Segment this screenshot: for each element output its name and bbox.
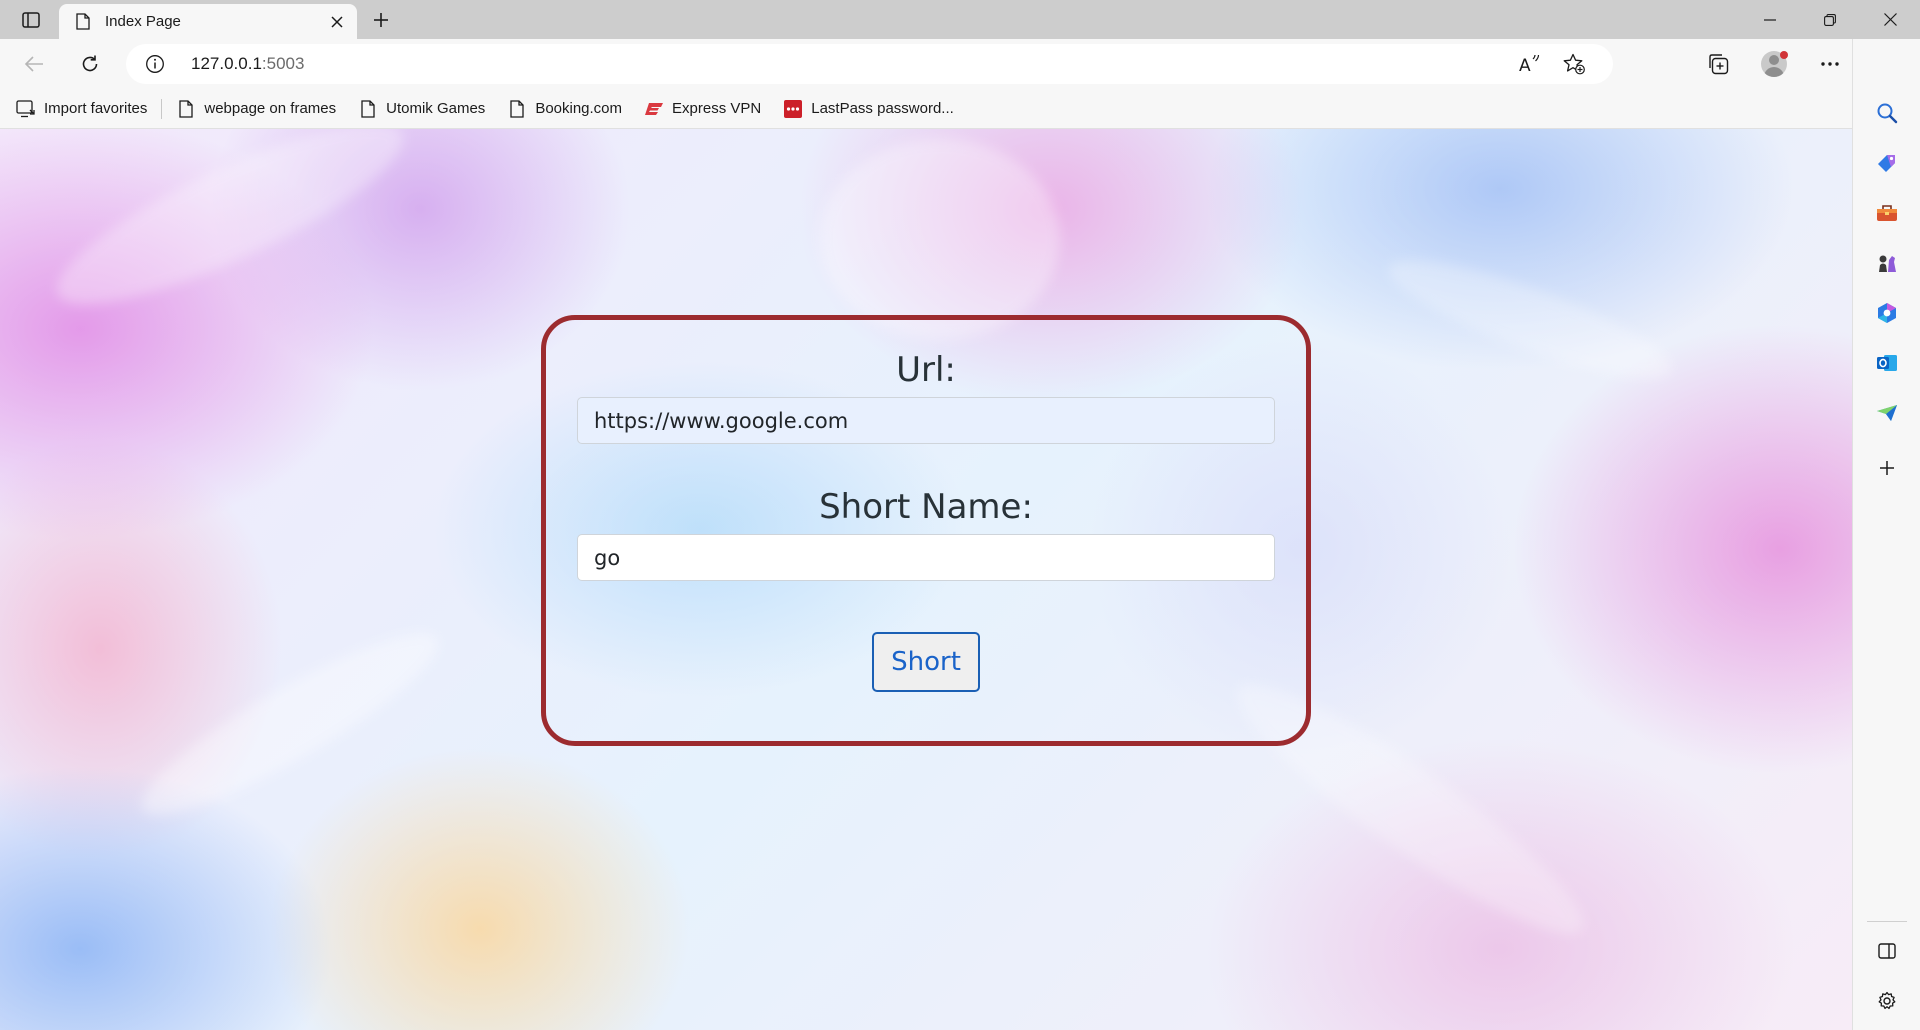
- favorite-utomik-games[interactable]: Utomik Games: [358, 94, 485, 124]
- tab-actions-icon: [22, 12, 40, 28]
- navigation-bar: 127.0.0.1:5003 A: [0, 39, 1905, 89]
- background-decoration: [38, 129, 422, 336]
- edge-sidebar: [1852, 39, 1920, 1030]
- favorite-import-favorites[interactable]: Import favorites: [16, 94, 147, 124]
- minimize-button[interactable]: [1740, 0, 1800, 39]
- site-info-icon[interactable]: [144, 53, 166, 75]
- restore-icon: [1824, 13, 1836, 26]
- address-bar[interactable]: 127.0.0.1:5003 A: [126, 44, 1613, 84]
- microsoft-365-icon: [1878, 303, 1896, 323]
- svg-text:A: A: [1519, 56, 1531, 74]
- new-tab-button[interactable]: [365, 5, 397, 35]
- background-decoration: [820, 139, 1060, 339]
- lastpass-icon: [783, 99, 803, 119]
- page-icon: [75, 13, 91, 31]
- plus-icon: [1880, 461, 1894, 475]
- tab-index-page[interactable]: Index Page: [59, 4, 357, 39]
- favorites-bar: Import favorites webpage on frames Utomi…: [0, 89, 1852, 129]
- favorite-lastpass[interactable]: LastPass password...: [783, 94, 954, 124]
- shopping-tag-icon: [1878, 155, 1895, 172]
- add-favorite-icon[interactable]: [1561, 52, 1587, 76]
- settings-more-button[interactable]: [1802, 44, 1858, 84]
- favorites-divider: [161, 98, 163, 119]
- minimize-icon: [1764, 18, 1776, 21]
- url-port: :5003: [261, 54, 305, 73]
- more-dots-icon: [1821, 62, 1839, 66]
- outlook-icon: [1877, 355, 1897, 371]
- background-decoration: [1378, 239, 1682, 399]
- sidebar-settings-button[interactable]: [1867, 981, 1907, 1021]
- sidebar-search-button[interactable]: [1867, 93, 1907, 133]
- expressvpn-icon: [644, 99, 664, 119]
- favorite-webpage-on-frames[interactable]: webpage on frames: [176, 94, 336, 124]
- sidebar-tools-button[interactable]: [1867, 193, 1907, 233]
- reload-button[interactable]: [70, 46, 110, 82]
- close-tab-icon[interactable]: [325, 10, 349, 34]
- background-decoration: [125, 608, 455, 840]
- gear-icon: [1878, 991, 1896, 1010]
- plus-icon: [374, 13, 388, 27]
- reload-icon: [82, 55, 98, 72]
- favorite-label: Import favorites: [44, 100, 148, 117]
- url-input[interactable]: [577, 397, 1275, 444]
- restore-button[interactable]: [1800, 0, 1860, 39]
- read-aloud-icon[interactable]: A: [1517, 52, 1543, 76]
- notification-dot: [1780, 51, 1788, 59]
- search-icon: [1877, 103, 1898, 124]
- sidebar-shopping-button[interactable]: [1867, 143, 1907, 183]
- back-button[interactable]: [14, 46, 54, 82]
- sidebar-panel-toggle-button[interactable]: [1867, 931, 1907, 971]
- window-controls: [1740, 0, 1920, 39]
- favorite-label: LastPass password...: [811, 100, 954, 117]
- close-icon: [1883, 13, 1897, 26]
- sidebar-outlook-button[interactable]: [1867, 343, 1907, 383]
- toolbox-icon: [1877, 205, 1897, 221]
- collections-icon: [1709, 54, 1729, 75]
- back-arrow-icon: [24, 56, 43, 72]
- url-host: 127.0.0.1: [191, 54, 262, 73]
- favorite-booking[interactable]: Booking.com: [507, 94, 622, 124]
- import-favorites-icon: [16, 99, 36, 119]
- tab-title: Index Page: [105, 13, 181, 30]
- favorite-express-vpn[interactable]: Express VPN: [644, 94, 761, 124]
- favorite-label: Booking.com: [535, 100, 623, 117]
- shorten-url-form: Url: Short Name: Short: [541, 315, 1311, 746]
- close-window-button[interactable]: [1860, 0, 1920, 39]
- short-button[interactable]: Short: [872, 632, 980, 692]
- page-icon: [176, 99, 196, 119]
- page-icon: [358, 99, 378, 119]
- collections-button[interactable]: [1690, 44, 1746, 84]
- sidebar-divider: [1867, 921, 1907, 922]
- url-text: 127.0.0.1:5003: [191, 54, 304, 74]
- profile-button[interactable]: [1746, 44, 1802, 84]
- favorite-label: Utomik Games: [386, 100, 486, 117]
- sidebar-send-button[interactable]: [1867, 393, 1907, 433]
- tab-actions-button[interactable]: [14, 6, 48, 34]
- page-icon: [507, 99, 527, 119]
- chess-pieces-icon: [1879, 255, 1896, 272]
- short-name-label: Short Name:: [819, 487, 1033, 527]
- tab-strip: Index Page: [0, 0, 1920, 39]
- short-name-input[interactable]: [577, 534, 1275, 581]
- paper-plane-icon: [1877, 405, 1897, 421]
- sidebar-office-button[interactable]: [1867, 293, 1907, 333]
- page-viewport: Url: Short Name: Short: [0, 129, 1852, 1030]
- favorite-label: webpage on frames: [204, 100, 337, 117]
- url-label: Url:: [896, 350, 956, 390]
- sidebar-games-button[interactable]: [1867, 243, 1907, 283]
- sidebar-add-button[interactable]: [1867, 448, 1907, 488]
- split-panel-icon: [1878, 943, 1896, 959]
- favorite-label: Express VPN: [672, 100, 762, 117]
